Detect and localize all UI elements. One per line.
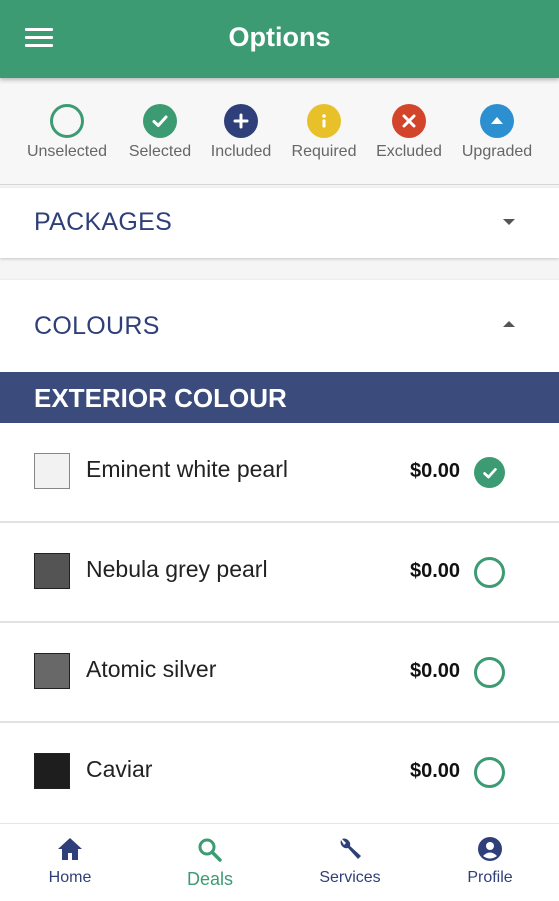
nav-item-home[interactable]: Home [10, 836, 130, 887]
app-bar: Options [0, 0, 559, 78]
nav-label: Services [319, 869, 381, 886]
legend-label: Unselected [26, 143, 108, 160]
colour-swatch [34, 453, 70, 489]
nav-item-deals[interactable]: Deals [150, 836, 270, 890]
colour-price: $0.00 [410, 660, 461, 682]
colour-price: $0.00 [410, 760, 461, 782]
colour-swatch [34, 753, 70, 789]
packages-panel[interactable]: PACKAGES [0, 188, 559, 258]
legend-label: Excluded [376, 143, 442, 160]
unselected-icon[interactable] [474, 657, 505, 688]
arrow-up-circle-icon [480, 104, 514, 138]
page-title: Options [228, 22, 331, 52]
colour-option-row[interactable]: Nebula grey pearl $0.00 [0, 523, 559, 623]
nav-label: Home [48, 869, 92, 886]
colour-name: Atomic silver [86, 656, 217, 682]
colour-option-row[interactable]: Caviar $0.00 [0, 723, 559, 823]
unselected-icon[interactable] [474, 557, 505, 588]
colour-name: Nebula grey pearl [86, 556, 268, 582]
colour-price: $0.00 [410, 460, 461, 482]
legend-label: Included [210, 143, 272, 160]
legend-label: Required [291, 143, 357, 160]
colour-price: $0.00 [410, 560, 461, 582]
unselected-icon [50, 104, 84, 138]
colours-panel[interactable]: COLOURS [0, 280, 559, 372]
home-icon [58, 838, 82, 860]
close-circle-icon [392, 104, 426, 138]
colour-swatch [34, 653, 70, 689]
legend-required: Required [276, 104, 372, 161]
legend-unselected: Unselected [19, 104, 115, 161]
legend-included: Included [193, 104, 289, 161]
packages-title: PACKAGES [34, 208, 173, 236]
nav-label: Profile [467, 869, 513, 886]
colour-option-row[interactable]: Atomic silver $0.00 [0, 623, 559, 723]
legend-label: Upgraded [461, 143, 533, 160]
status-legend: Unselected Selected Included Required Ex… [0, 84, 559, 185]
nav-label: Deals [186, 869, 234, 889]
legend-excluded: Excluded [361, 104, 457, 161]
wrench-icon [340, 838, 361, 859]
colour-swatch [34, 553, 70, 589]
exterior-colour-header: EXTERIOR COLOUR [0, 372, 559, 423]
search-icon [198, 838, 222, 862]
nav-item-profile[interactable]: Profile [430, 836, 550, 887]
info-circle-icon [307, 104, 341, 138]
nav-item-services[interactable]: Services [290, 836, 410, 887]
section-title: EXTERIOR COLOUR [34, 383, 287, 413]
legend-upgraded: Upgraded [449, 104, 545, 161]
chevron-down-icon[interactable] [503, 219, 515, 225]
plus-circle-icon [224, 104, 258, 138]
check-circle-icon [143, 104, 177, 138]
colours-title: COLOURS [34, 312, 160, 340]
colour-name: Caviar [86, 756, 153, 782]
check-circle-icon[interactable] [474, 457, 505, 488]
bottom-navigation: Home Deals Services Profile [0, 823, 559, 901]
chevron-up-icon[interactable] [503, 321, 515, 327]
unselected-icon[interactable] [474, 757, 505, 788]
colour-name: Eminent white pearl [86, 456, 288, 482]
colour-option-row[interactable]: Eminent white pearl $0.00 [0, 423, 559, 523]
profile-icon [478, 837, 502, 861]
